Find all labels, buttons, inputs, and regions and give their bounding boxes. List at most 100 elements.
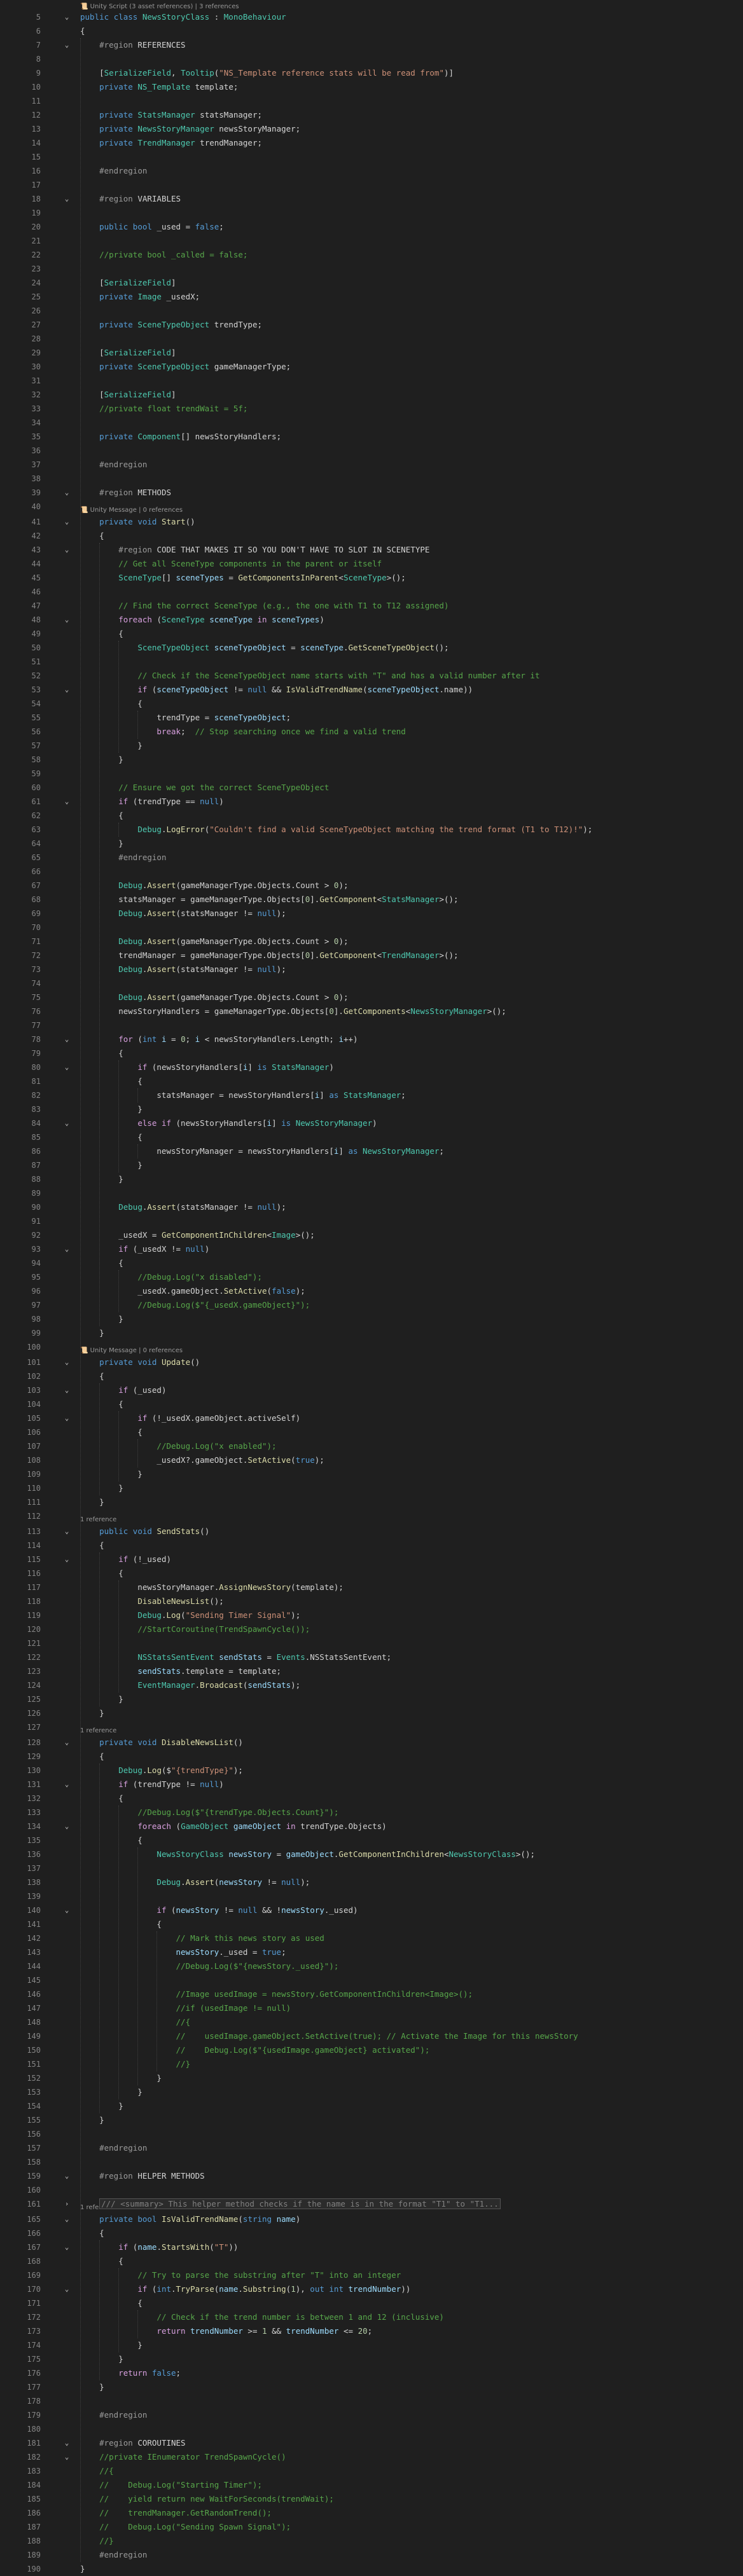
code-line[interactable]: 58 }: [0, 753, 743, 767]
collapse-chevron-icon[interactable]: ⌄: [62, 1411, 71, 1425]
code-line[interactable]: 76 newsStoryHandlers = gameManagerType.O…: [0, 1004, 743, 1018]
code-line[interactable]: 150 // Debug.Log($"{usedImage.gameObject…: [0, 2043, 743, 2057]
collapse-chevron-icon[interactable]: ⌄: [62, 486, 71, 500]
code-line[interactable]: 44 // Get all SceneType components in th…: [0, 557, 743, 571]
code-line[interactable]: 57 }: [0, 739, 743, 753]
code-line[interactable]: 141 {: [0, 1917, 743, 1931]
code-line[interactable]: 88 }: [0, 1172, 743, 1186]
collapse-chevron-icon[interactable]: ⌄: [62, 2240, 71, 2254]
code-line[interactable]: 106 {: [0, 1425, 743, 1439]
collapse-chevron-icon[interactable]: ⌄: [62, 1060, 71, 1074]
code-line[interactable]: 161 › /// <summary> This helper method ch…: [0, 2197, 743, 2211]
code-line[interactable]: 50 SceneTypeObject sceneTypeObject = sce…: [0, 641, 743, 655]
code-line[interactable]: 168 {: [0, 2254, 743, 2268]
code-line[interactable]: 48 ⌄ foreach (SceneType sceneType in scen…: [0, 613, 743, 627]
code-line[interactable]: 107 //Debug.Log("x enabled");: [0, 1439, 743, 1453]
code-line[interactable]: 30 private SceneTypeObject gameManagerTy…: [0, 360, 743, 374]
code-line[interactable]: 60 // Ensure we got the correct SceneTyp…: [0, 781, 743, 795]
code-line[interactable]: 32 [SerializeField]: [0, 388, 743, 402]
code-line[interactable]: 178: [0, 2394, 743, 2408]
code-line[interactable]: 136 NewsStoryClass newsStory = gameObjec…: [0, 1847, 743, 1861]
code-line[interactable]: 39 ⌄ #region METHODS: [0, 486, 743, 500]
code-line[interactable]: 80 ⌄ if (newsStoryHandlers[i] is StatsMan…: [0, 1060, 743, 1074]
code-line[interactable]: 121: [0, 1636, 743, 1650]
code-line[interactable]: 172 // Check if the trend number is betw…: [0, 2310, 743, 2324]
code-editor[interactable]: 📜 Unity Script (3 asset references) | 3 …: [0, 0, 743, 2573]
code-line[interactable]: 165 ⌄ private bool IsValidTrendName(strin…: [0, 2212, 743, 2226]
code-line[interactable]: 12 private StatsManager statsManager;: [0, 108, 743, 122]
code-line[interactable]: 24 [SerializeField]: [0, 276, 743, 290]
collapse-chevron-icon[interactable]: ⌄: [62, 1736, 71, 1750]
code-line[interactable]: 55 trendType = sceneTypeObject;: [0, 711, 743, 725]
code-line[interactable]: 41 ⌄ private void Start(): [0, 515, 743, 529]
code-line[interactable]: 108 _usedX?.gameObject.SetActive(true);: [0, 1453, 743, 1467]
collapse-chevron-icon[interactable]: ⌄: [62, 613, 71, 627]
code-line[interactable]: 73 Debug.Assert(statsManager != null);: [0, 963, 743, 976]
code-line[interactable]: 139: [0, 1889, 743, 1903]
code-line[interactable]: 85 {: [0, 1130, 743, 1144]
code-line[interactable]: 115 ⌄ if (!_used): [0, 1552, 743, 1566]
code-line[interactable]: 64 }: [0, 837, 743, 851]
code-line[interactable]: 87 }: [0, 1158, 743, 1172]
code-line[interactable]: 53 ⌄ if (sceneTypeObject != null && IsVal…: [0, 683, 743, 697]
code-line[interactable]: 15: [0, 150, 743, 164]
code-line[interactable]: 184 // Debug.Log("Starting Timer");: [0, 2478, 743, 2492]
code-line[interactable]: 149 // usedImage.gameObject.SetActive(tr…: [0, 2029, 743, 2043]
code-line[interactable]: 134 ⌄ foreach (GameObject gameObject in t…: [0, 1819, 743, 1833]
code-line[interactable]: 20 public bool _used = false;: [0, 220, 743, 234]
code-line[interactable]: 144 //Debug.Log($"{newsStory._used}");: [0, 1959, 743, 1973]
code-line[interactable]: 174 }: [0, 2338, 743, 2352]
code-line[interactable]: 119 Debug.Log("Sending Timer Signal");: [0, 1608, 743, 1622]
code-line[interactable]: 51: [0, 655, 743, 669]
code-line[interactable]: 181 ⌄ #region COROUTINES: [0, 2436, 743, 2450]
code-line[interactable]: 29 [SerializeField]: [0, 346, 743, 360]
code-line[interactable]: 156: [0, 2127, 743, 2141]
code-line[interactable]: 49 {: [0, 627, 743, 641]
code-line[interactable]: 154 }: [0, 2099, 743, 2113]
code-line[interactable]: 103 ⌄ if (_used): [0, 1383, 743, 1397]
code-line[interactable]: 151 //}: [0, 2057, 743, 2071]
code-line[interactable]: 122 NSStatsSentEvent sendStats = Events.…: [0, 1650, 743, 1664]
code-line[interactable]: 158: [0, 2155, 743, 2169]
code-line[interactable]: 31: [0, 374, 743, 388]
code-line[interactable]: 143 newsStory._used = true;: [0, 1945, 743, 1959]
code-line[interactable]: 97 //Debug.Log($"{_usedX.gameObject}");: [0, 1298, 743, 1312]
code-line[interactable]: 99 }: [0, 1326, 743, 1340]
code-line[interactable]: 135 {: [0, 1833, 743, 1847]
code-line[interactable]: 40: [0, 500, 743, 514]
code-line[interactable]: 167 ⌄ if (name.StartsWith("T")): [0, 2240, 743, 2254]
code-line[interactable]: 34: [0, 416, 743, 430]
code-line[interactable]: 28: [0, 332, 743, 346]
code-line[interactable]: 189 #endregion: [0, 2548, 743, 2562]
code-line[interactable]: 42 {: [0, 529, 743, 543]
collapse-chevron-icon[interactable]: ⌄: [62, 192, 71, 206]
code-line[interactable]: 131 ⌄ if (trendType != null): [0, 1778, 743, 1792]
collapse-chevron-icon[interactable]: ⌄: [62, 1242, 71, 1256]
code-line[interactable]: 11: [0, 94, 743, 108]
collapse-chevron-icon[interactable]: ⌄: [62, 38, 71, 52]
collapse-chevron-icon[interactable]: ⌄: [62, 2436, 71, 2450]
code-line[interactable]: 186 // trendManager.GetRandomTrend();: [0, 2506, 743, 2520]
code-line[interactable]: 5 ⌄ public class NewsStoryClass : MonoBeha…: [0, 10, 743, 24]
code-line[interactable]: 67 Debug.Assert(gameManagerType.Objects.…: [0, 879, 743, 893]
code-line[interactable]: 177 }: [0, 2380, 743, 2394]
collapse-chevron-icon[interactable]: ⌄: [62, 1032, 71, 1046]
code-line[interactable]: 133 //Debug.Log($"{trendType.Objects.Cou…: [0, 1805, 743, 1819]
code-line[interactable]: 155 }: [0, 2113, 743, 2127]
code-line[interactable]: 74: [0, 976, 743, 990]
code-line[interactable]: 89: [0, 1186, 743, 1200]
code-line[interactable]: 47 // Find the correct SceneType (e.g., …: [0, 599, 743, 613]
code-line[interactable]: 138 Debug.Assert(newsStory != null);: [0, 1875, 743, 1889]
code-line[interactable]: 25 private Image _usedX;: [0, 290, 743, 304]
code-line[interactable]: 79 {: [0, 1046, 743, 1060]
code-line[interactable]: 75 Debug.Assert(gameManagerType.Objects.…: [0, 990, 743, 1004]
code-line[interactable]: 142 // Mark this news story as used: [0, 1931, 743, 1945]
collapse-chevron-icon[interactable]: ⌄: [62, 1355, 71, 1369]
code-line[interactable]: 101 ⌄ private void Update(): [0, 1355, 743, 1369]
code-line[interactable]: 93 ⌄ if (_usedX != null): [0, 1242, 743, 1256]
collapse-chevron-icon[interactable]: ⌄: [62, 10, 71, 24]
code-line[interactable]: 96 _usedX.gameObject.SetActive(false);: [0, 1284, 743, 1298]
code-line[interactable]: 171 {: [0, 2296, 743, 2310]
collapse-chevron-icon[interactable]: ⌄: [62, 1778, 71, 1792]
code-line[interactable]: 180: [0, 2422, 743, 2436]
